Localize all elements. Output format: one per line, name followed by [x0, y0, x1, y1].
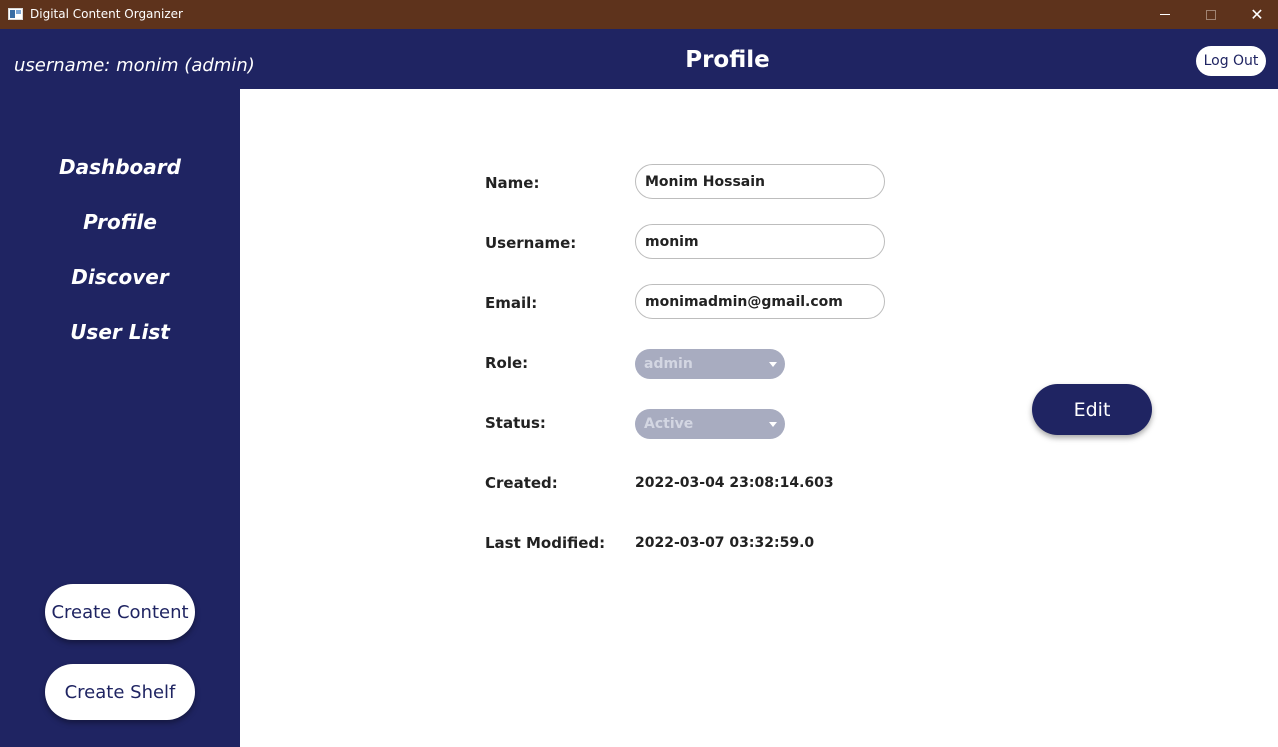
chevron-down-icon	[769, 362, 777, 367]
username-label: Username:	[485, 234, 577, 252]
window-titlebar: Digital Content Organizer ✕	[0, 0, 1278, 29]
maximize-icon[interactable]	[1188, 0, 1234, 29]
sidebar: Dashboard Profile Discover User List Cre…	[0, 89, 240, 747]
create-shelf-button[interactable]: Create Shelf	[45, 664, 195, 720]
sidebar-item-discover[interactable]: Discover	[0, 265, 240, 289]
status-select[interactable]: Active	[635, 409, 785, 439]
sidebar-item-user-list[interactable]: User List	[0, 320, 240, 344]
role-select[interactable]: admin	[635, 349, 785, 379]
close-icon[interactable]: ✕	[1234, 0, 1278, 29]
name-label: Name:	[485, 174, 540, 192]
sidebar-item-profile[interactable]: Profile	[0, 210, 240, 234]
page-title: Profile	[685, 47, 770, 73]
app-header: username: monim (admin) Profile Log Out	[0, 29, 1278, 89]
logout-button[interactable]: Log Out	[1196, 46, 1266, 76]
create-content-button[interactable]: Create Content	[45, 584, 195, 640]
status-select-value: Active	[644, 416, 694, 432]
created-label: Created:	[485, 474, 558, 492]
app-icon	[8, 8, 23, 20]
role-select-value: admin	[644, 356, 693, 372]
email-field[interactable]	[635, 284, 885, 319]
name-field[interactable]	[635, 164, 885, 199]
current-user-label: username: monim (admin)	[14, 55, 255, 76]
chevron-down-icon	[769, 422, 777, 427]
created-value: 2022-03-04 23:08:14.603	[635, 475, 834, 491]
email-label: Email:	[485, 294, 538, 312]
sidebar-item-dashboard[interactable]: Dashboard	[0, 155, 240, 179]
role-label: Role:	[485, 354, 529, 372]
last-modified-value: 2022-03-07 03:32:59.0	[635, 535, 815, 551]
edit-button[interactable]: Edit	[1032, 384, 1152, 435]
window-title: Digital Content Organizer	[30, 7, 183, 21]
last-modified-label: Last Modified:	[485, 534, 606, 552]
username-field[interactable]	[635, 224, 885, 259]
minimize-icon[interactable]	[1142, 0, 1188, 29]
status-label: Status:	[485, 414, 546, 432]
